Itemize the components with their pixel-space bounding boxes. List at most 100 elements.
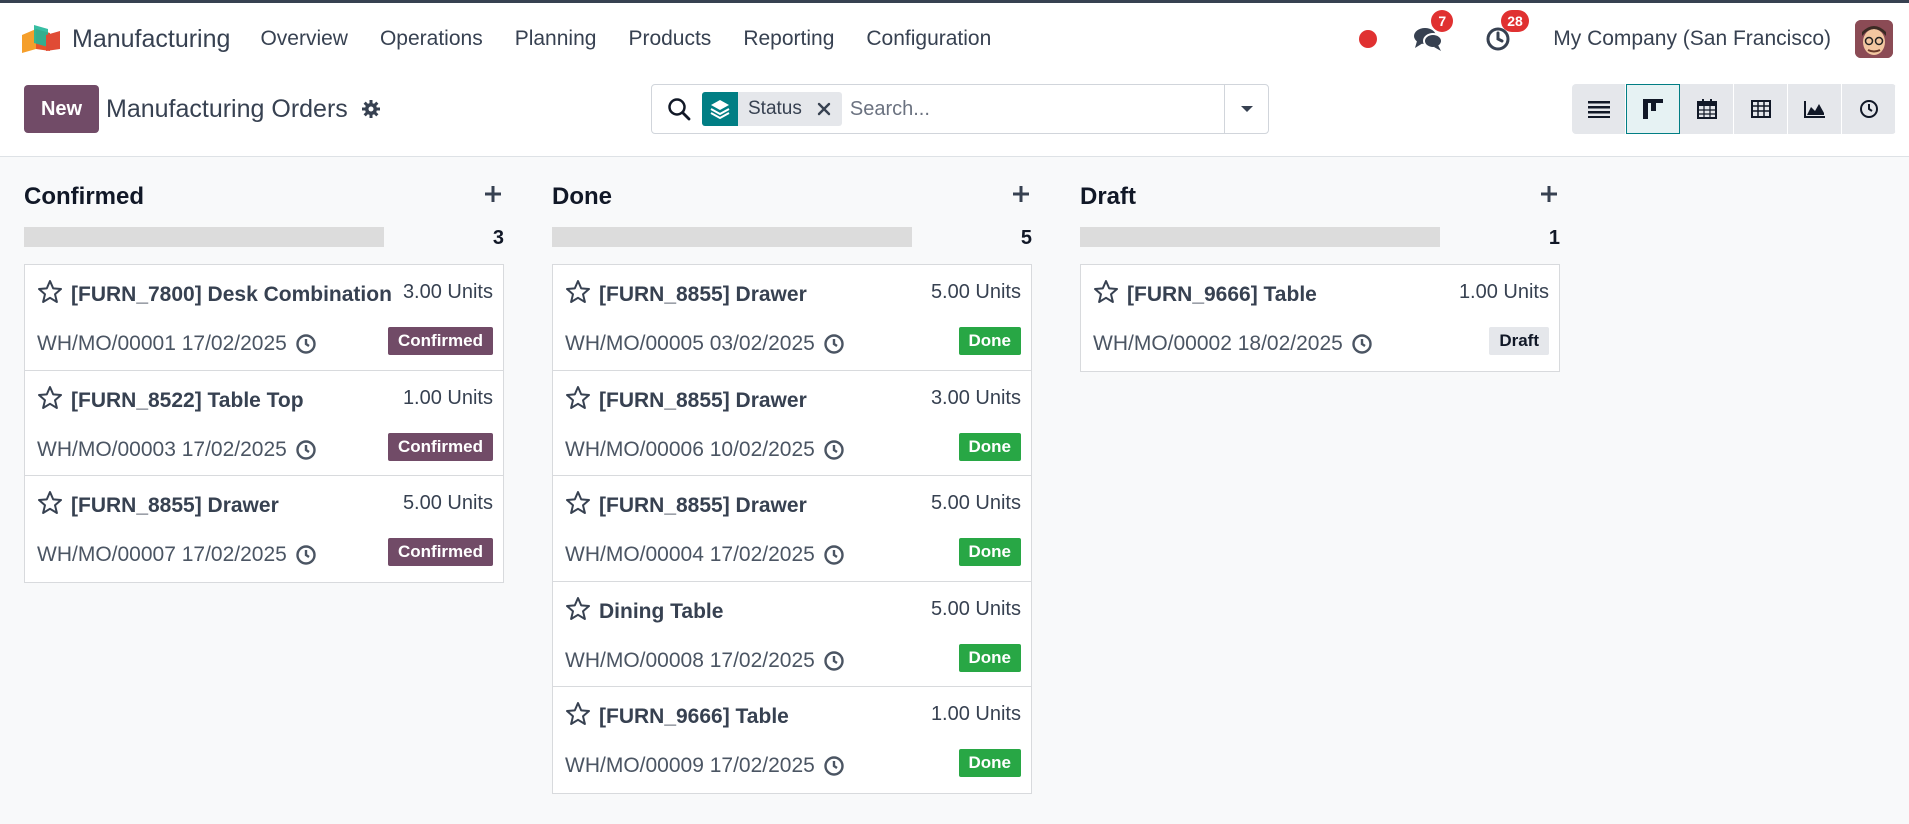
menu-products[interactable]: Products <box>628 27 711 51</box>
column-title[interactable]: Done <box>552 183 612 211</box>
column-title[interactable]: Confirmed <box>24 183 144 211</box>
kanban-card[interactable]: [FURN_8855] Drawer 3.00 Units WH/MO/0000… <box>553 370 1031 476</box>
card-reference: WH/MO/00003 17/02/2025 <box>37 438 317 462</box>
plus-icon[interactable] <box>1538 183 1560 205</box>
star-icon[interactable] <box>565 279 591 305</box>
menu-operations[interactable]: Operations <box>380 27 483 51</box>
status-dot[interactable] <box>1359 30 1378 48</box>
clock-icon[interactable] <box>1351 333 1373 355</box>
card-reference: WH/MO/00009 17/02/2025 <box>565 754 845 778</box>
clock-icon[interactable] <box>295 333 317 355</box>
search-input[interactable] <box>849 97 1210 121</box>
pivot-view-button[interactable] <box>1734 84 1788 134</box>
calendar-view-button[interactable] <box>1680 84 1734 134</box>
card-ref-text: WH/MO/00006 10/02/2025 <box>565 437 815 461</box>
kanban-card[interactable]: [FURN_7800] Desk Combination 3.00 Units … <box>25 265 503 371</box>
card-title: Dining Table <box>599 599 724 623</box>
kanban-card[interactable]: [FURN_8855] Drawer 5.00 Units WH/MO/0000… <box>553 265 1031 371</box>
activities-button[interactable]: 28 <box>1483 10 1529 54</box>
list-view-button[interactable] <box>1572 84 1626 134</box>
calendar-icon <box>1696 99 1717 119</box>
column-header: Draft 1 <box>1080 157 1560 249</box>
plus-icon[interactable] <box>482 183 504 205</box>
search-options-toggle[interactable] <box>1224 85 1268 133</box>
star-icon[interactable] <box>37 279 63 305</box>
card-reference: WH/MO/00002 18/02/2025 <box>1093 332 1373 356</box>
card-quantity: 5.00 Units <box>402 492 493 514</box>
menu-planning[interactable]: Planning <box>515 27 597 51</box>
kanban-column-done: Done 5 [FURN_8855] Drawer 5.00 Units WH/… <box>552 157 1032 794</box>
column-header: Confirmed 3 <box>24 157 504 249</box>
card-quantity: 3.00 Units <box>930 386 1021 409</box>
card-quantity: 1.00 Units <box>1458 281 1549 303</box>
column-title[interactable]: Draft <box>1080 183 1136 211</box>
clock-icon[interactable] <box>823 333 845 355</box>
kanban-card[interactable]: [FURN_8855] Drawer 5.00 Units WH/MO/0000… <box>25 476 503 582</box>
graph-view-button[interactable] <box>1788 84 1842 134</box>
search-icon[interactable] <box>666 96 692 122</box>
close-icon <box>817 102 831 116</box>
area-chart-icon <box>1803 101 1825 118</box>
star-icon[interactable] <box>565 701 591 727</box>
star-icon[interactable] <box>565 385 591 411</box>
kanban-card[interactable]: [FURN_9666] Table 1.00 Units WH/MO/00002… <box>1081 265 1559 371</box>
gear-icon[interactable] <box>361 99 381 119</box>
user-avatar[interactable] <box>1855 20 1893 58</box>
page-title: Manufacturing Orders <box>106 95 348 123</box>
clock-icon[interactable] <box>295 439 317 461</box>
app-brand[interactable]: Manufacturing <box>20 25 230 54</box>
card-title: [FURN_9666] Table <box>599 705 789 728</box>
new-button[interactable]: New <box>24 85 99 133</box>
status-filter-facet[interactable]: Status <box>702 92 842 126</box>
card-ref-text: WH/MO/00007 17/02/2025 <box>37 543 287 566</box>
clock-icon[interactable] <box>295 544 317 566</box>
card-quantity: 5.00 Units <box>930 281 1021 303</box>
status-badge: Done <box>958 538 1021 566</box>
card-quantity: 1.00 Units <box>930 703 1021 725</box>
card-reference: WH/MO/00006 10/02/2025 <box>565 438 845 462</box>
card-reference: WH/MO/00004 17/02/2025 <box>565 543 845 567</box>
facet-remove-button[interactable] <box>812 97 836 121</box>
plus-icon[interactable] <box>1010 183 1032 205</box>
messages-count-badge: 7 <box>1431 10 1454 32</box>
column-progress-bar[interactable] <box>1080 227 1440 247</box>
company-switcher[interactable]: My Company (San Francisco) <box>1553 27 1831 51</box>
star-icon[interactable] <box>1093 279 1119 305</box>
star-icon[interactable] <box>565 490 591 516</box>
kanban-card[interactable]: Dining Table 5.00 Units WH/MO/00008 17/0… <box>553 581 1031 687</box>
card-reference: WH/MO/00005 03/02/2025 <box>565 332 845 356</box>
card-quantity: 5.00 Units <box>930 492 1021 514</box>
clock-icon[interactable] <box>823 755 845 777</box>
card-ref-text: WH/MO/00004 17/02/2025 <box>565 543 815 566</box>
kanban-card[interactable]: [FURN_8855] Drawer 5.00 Units WH/MO/0000… <box>553 476 1031 582</box>
app-name: Manufacturing <box>72 24 231 53</box>
star-icon[interactable] <box>37 385 63 411</box>
column-cards: [FURN_7800] Desk Combination 3.00 Units … <box>24 264 504 583</box>
star-icon[interactable] <box>565 596 591 622</box>
clock-icon[interactable] <box>823 439 845 461</box>
clock-icon[interactable] <box>823 544 845 566</box>
top-menu: Overview Operations Planning Products Re… <box>260 27 1023 51</box>
avatar-face-icon <box>1855 20 1893 58</box>
kanban-card[interactable]: [FURN_9666] Table 1.00 Units WH/MO/00009… <box>553 687 1031 793</box>
card-title: [FURN_9666] Table <box>1127 283 1317 306</box>
column-header: Done 5 <box>552 157 1032 249</box>
menu-configuration[interactable]: Configuration <box>866 27 991 51</box>
search-bar: Status <box>651 84 1269 134</box>
view-switcher <box>1572 84 1896 134</box>
menu-overview[interactable]: Overview <box>260 27 348 51</box>
card-title: [FURN_8855] Drawer <box>599 388 807 412</box>
activity-view-button[interactable] <box>1842 84 1896 134</box>
column-count: 5 <box>1020 227 1032 249</box>
kanban-view-button[interactable] <box>1626 84 1680 134</box>
status-badge: Confirmed <box>388 432 493 461</box>
card-title: [FURN_8522] Table Top <box>71 388 304 412</box>
column-progress-bar[interactable] <box>24 227 384 247</box>
star-icon[interactable] <box>37 490 63 516</box>
list-icon <box>1587 101 1610 118</box>
clock-icon[interactable] <box>823 650 845 672</box>
menu-reporting[interactable]: Reporting <box>743 27 834 51</box>
messages-button[interactable]: 7 <box>1413 10 1454 54</box>
column-progress-bar[interactable] <box>552 227 912 247</box>
kanban-card[interactable]: [FURN_8522] Table Top 1.00 Units WH/MO/0… <box>25 370 503 476</box>
